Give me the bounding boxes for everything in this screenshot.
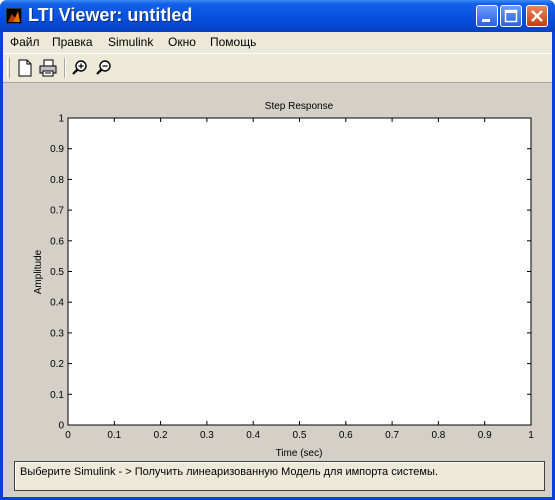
step-response-plot[interactable]: Step Response 0 0.1 0.2 0.3 0.4 0.5 0.6 0.7 0.8 0… <box>3 83 552 461</box>
toolbar-separator <box>64 58 66 78</box>
plot-figure: Step Response 0 0.1 0.2 0.3 0.4 0.5 0.6 0.7 0.8 0… <box>3 83 552 497</box>
chart-title: Step Response <box>265 101 334 112</box>
x-tick-label: 0.3 <box>200 430 214 441</box>
menu-help[interactable]: Помощь <box>210 35 256 49</box>
menu-edit[interactable]: Правка <box>52 35 93 49</box>
close-icon <box>531 10 543 22</box>
y-tick-label: 0.2 <box>50 359 64 370</box>
x-tick-label: 0.2 <box>154 430 168 441</box>
zoom-out-icon <box>96 60 111 75</box>
y-tick-label: 0 <box>58 421 64 432</box>
y-tick-label: 0.7 <box>50 206 64 217</box>
matlab-app-icon[interactable] <box>6 8 22 24</box>
menu-simulink[interactable]: Simulink <box>108 35 153 49</box>
print-button[interactable] <box>37 57 59 79</box>
x-axis-label: Time (sec) <box>276 448 323 459</box>
minimize-button[interactable] <box>476 5 498 27</box>
toolbar <box>3 53 552 83</box>
maximize-icon <box>504 9 518 23</box>
title-bar[interactable]: LTI Viewer: untitled <box>0 0 555 32</box>
x-tick-label: 1 <box>528 430 534 441</box>
lti-viewer-window: LTI Viewer: untitled Файл Правка Simulin… <box>0 0 555 500</box>
x-tick-label: 0.9 <box>478 430 492 441</box>
minimize-icon <box>482 19 490 22</box>
x-tick-label: 0 <box>65 430 71 441</box>
maximize-button[interactable] <box>500 5 522 27</box>
y-tick-label: 0.4 <box>50 298 64 309</box>
y-tick-label: 0.8 <box>50 175 64 186</box>
y-tick-label: 0.3 <box>50 328 64 339</box>
y-tick-label: 0.6 <box>50 236 64 247</box>
y-tick-label: 0.5 <box>50 267 64 278</box>
zoom-in-button[interactable] <box>69 57 91 79</box>
plot-axes[interactable] <box>67 117 532 426</box>
y-tick-label: 1 <box>58 114 64 125</box>
menu-file[interactable]: Файл <box>10 35 40 49</box>
menu-window[interactable]: Окно <box>168 35 196 49</box>
zoom-in-icon <box>72 60 87 75</box>
y-tick-label: 0.9 <box>50 144 64 155</box>
window-title: LTI Viewer: untitled <box>28 5 193 25</box>
zoom-out-button[interactable] <box>93 57 115 79</box>
new-button[interactable] <box>14 57 36 79</box>
y-tick-label: 0.1 <box>50 390 64 401</box>
x-tick-label: 0.7 <box>385 430 399 441</box>
toolbar-grip[interactable] <box>7 58 10 78</box>
x-tick-label: 0.5 <box>293 430 307 441</box>
x-tick-label: 0.8 <box>431 430 445 441</box>
x-tick-label: 0.6 <box>339 430 353 441</box>
menu-bar: Файл Правка Simulink Окно Помощь <box>3 32 552 53</box>
client-area: Файл Правка Simulink Окно Помощь Step Re… <box>3 32 552 497</box>
status-message: Выберите Simulink - > Получить линеаризо… <box>14 461 545 491</box>
close-button[interactable] <box>526 5 548 27</box>
y-axis-label: Amplitude <box>33 249 44 294</box>
x-tick-label: 0.4 <box>246 430 260 441</box>
new-file-icon <box>18 59 32 77</box>
x-tick-label: 0.1 <box>107 430 121 441</box>
print-icon <box>39 59 57 77</box>
